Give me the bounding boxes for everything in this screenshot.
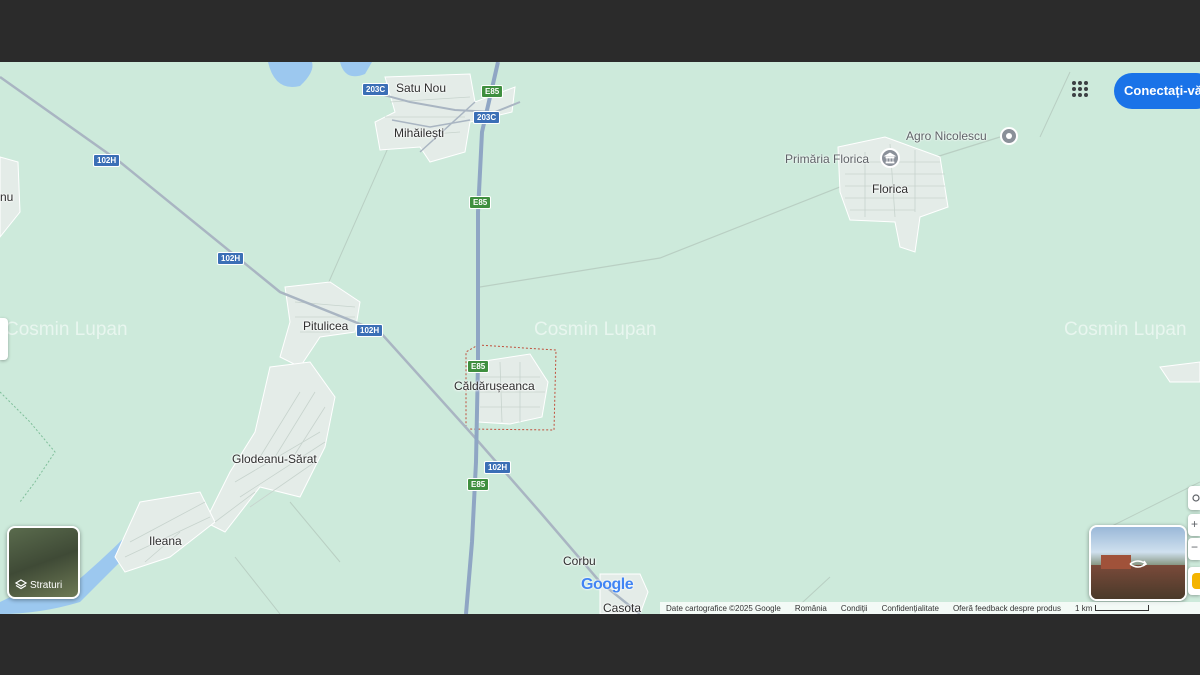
scale-bar bbox=[1094, 605, 1149, 612]
place-edge-left[interactable]: nu bbox=[0, 190, 13, 204]
zoom-in-button[interactable]: + bbox=[1188, 514, 1200, 536]
watermark: Cosmin Lupan bbox=[1064, 319, 1187, 340]
pegman-icon bbox=[1192, 573, 1200, 589]
privacy-link[interactable]: Confidențialitate bbox=[882, 604, 939, 613]
pegman-button[interactable] bbox=[1188, 567, 1200, 595]
highway-e85 bbox=[464, 62, 500, 614]
road-shield-e85: E85 bbox=[481, 85, 504, 98]
road-shield-203c: 203C bbox=[362, 83, 390, 96]
rotate-icon bbox=[1129, 560, 1148, 568]
place-florica[interactable]: Florica bbox=[872, 182, 908, 196]
place-glodeanu-sarat[interactable]: Glodeanu-Sărat bbox=[232, 452, 317, 466]
road-shield-e85: E85 bbox=[469, 196, 492, 209]
road-shield-102h: 102H bbox=[93, 154, 121, 167]
top-letterbox bbox=[0, 0, 1200, 62]
city-hall-icon[interactable] bbox=[880, 148, 900, 168]
road-shield-203c: 203C bbox=[473, 111, 501, 124]
collapse-panel-button[interactable] bbox=[0, 318, 8, 360]
boundary-left bbox=[0, 391, 56, 503]
place-satu-nou[interactable]: Satu Nou bbox=[396, 81, 446, 95]
scale-control[interactable]: 1 km bbox=[1075, 604, 1149, 613]
plus-icon: + bbox=[1191, 517, 1199, 531]
place-pin-icon[interactable] bbox=[1000, 127, 1018, 145]
apps-grid-icon[interactable] bbox=[1072, 81, 1092, 101]
feedback-link[interactable]: Oferă feedback despre produs bbox=[953, 604, 1061, 613]
location-icon bbox=[1192, 494, 1200, 502]
google-logo: Google bbox=[581, 576, 634, 594]
place-caldaruseanca[interactable]: Căldărușeanca bbox=[454, 379, 535, 393]
place-casota[interactable]: Casota bbox=[603, 601, 641, 614]
my-location-button[interactable] bbox=[1188, 486, 1200, 510]
layers-icon bbox=[15, 579, 27, 590]
road-shield-102h: 102H bbox=[217, 252, 245, 265]
watermark: Cosmin Lupan bbox=[5, 319, 128, 340]
country-link[interactable]: România bbox=[795, 604, 827, 613]
road-shield-e85: E85 bbox=[467, 478, 490, 491]
lake bbox=[268, 62, 313, 87]
place-corbu[interactable]: Corbu bbox=[563, 554, 596, 568]
poi-primaria-florica[interactable]: Primăria Florica bbox=[785, 152, 869, 166]
google-logo-text: Google bbox=[581, 576, 634, 593]
town-glodeanu bbox=[204, 361, 336, 533]
road-shield-e85: E85 bbox=[467, 360, 490, 373]
street-view-thumbnail[interactable] bbox=[1089, 525, 1187, 601]
place-ileana[interactable]: Ileana bbox=[149, 534, 182, 548]
road-shield-102h: 102H bbox=[356, 324, 384, 337]
watermark: Cosmin Lupan bbox=[534, 319, 657, 340]
layers-button[interactable]: Straturi bbox=[7, 526, 80, 599]
scale-label: 1 km bbox=[1075, 603, 1093, 613]
poi-agro-nicolescu[interactable]: Agro Nicolescu bbox=[906, 129, 987, 143]
map-canvas[interactable]: Satu Nou Mihăilești Florica Pitulicea Că… bbox=[0, 62, 1200, 614]
minus-icon: − bbox=[1191, 540, 1199, 554]
lake bbox=[340, 62, 372, 77]
bottom-letterbox bbox=[0, 614, 1200, 675]
map-data-attribution: Date cartografice ©2025 Google bbox=[666, 603, 781, 613]
town-right-edge bbox=[1159, 361, 1200, 383]
town-ileana bbox=[114, 491, 216, 573]
place-pitulicea[interactable]: Pitulicea bbox=[303, 319, 348, 333]
road-shield-102h: 102H bbox=[484, 461, 512, 474]
map-footer: Date cartografice ©2025 Google România C… bbox=[660, 602, 1200, 614]
sign-in-button[interactable]: Conectați-vă bbox=[1114, 73, 1200, 109]
terms-link[interactable]: Condiții bbox=[841, 604, 868, 613]
layers-label: Straturi bbox=[30, 579, 63, 591]
zoom-out-button[interactable]: − bbox=[1188, 538, 1200, 560]
place-mihailesti[interactable]: Mihăilești bbox=[394, 126, 444, 140]
